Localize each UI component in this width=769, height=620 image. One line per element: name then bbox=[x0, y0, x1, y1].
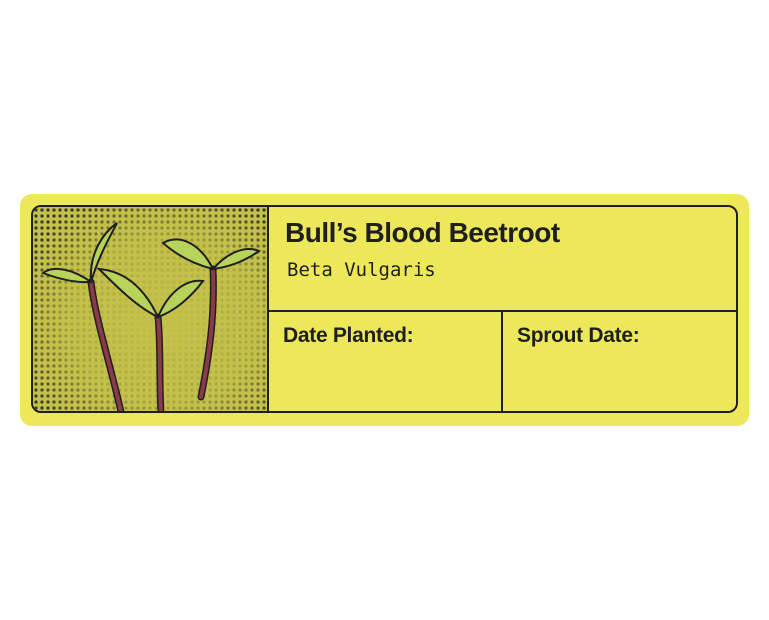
sprout-date-field[interactable]: Sprout Date: bbox=[503, 312, 736, 411]
date-planted-field[interactable]: Date Planted: bbox=[269, 312, 503, 411]
beetroot-sprouts-illustration bbox=[33, 207, 269, 411]
date-planted-label: Date Planted: bbox=[283, 324, 414, 347]
seed-label-frame: Bull’s Blood Beetroot Beta Vulgaris Date… bbox=[31, 205, 738, 413]
name-cell: Bull’s Blood Beetroot Beta Vulgaris bbox=[269, 207, 736, 312]
sprouts-image bbox=[33, 207, 267, 411]
sprout-date-label: Sprout Date: bbox=[517, 324, 640, 347]
plant-common-name: Bull’s Blood Beetroot bbox=[285, 217, 560, 248]
plant-latin-name: Beta Vulgaris bbox=[287, 259, 436, 281]
